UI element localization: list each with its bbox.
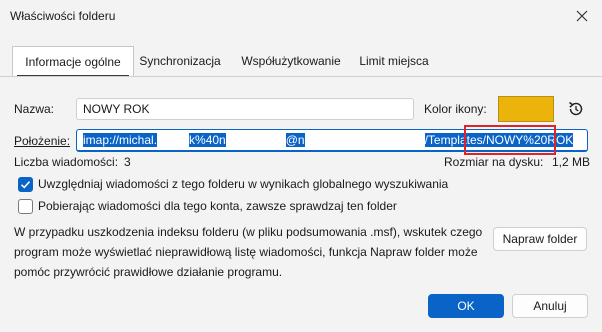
tab-sync-label: Synchronizacja xyxy=(139,54,221,68)
tab-panel-border xyxy=(0,76,602,77)
redaction-1 xyxy=(157,132,190,146)
icon-color-swatch[interactable] xyxy=(498,96,554,122)
icon-color-label: Kolor ikony: xyxy=(424,102,487,116)
close-button[interactable] xyxy=(568,4,596,28)
title-bar: Właściwości folderu xyxy=(0,0,602,32)
message-count-value: 3 xyxy=(124,155,131,169)
tab-quota[interactable]: Limit miejsca xyxy=(352,46,436,76)
tab-sync[interactable]: Synchronizacja xyxy=(134,46,226,76)
disk-size-label: Rozmiar na dysku: xyxy=(444,155,544,169)
cancel-button[interactable]: Anuluj xyxy=(512,294,588,318)
reset-icon xyxy=(569,101,583,116)
location-part-2: k%40n xyxy=(189,133,226,147)
tab-quota-label: Limit miejsca xyxy=(359,54,429,68)
checkmark-icon xyxy=(20,181,31,189)
repair-info-text: W przypadku uszkodzenia indeksu folderu … xyxy=(14,225,483,279)
tab-sharing[interactable]: Współużytkowanie xyxy=(232,46,350,76)
include-global-search-checkbox[interactable] xyxy=(18,177,33,192)
redaction-3 xyxy=(304,132,425,146)
include-global-search-label: Uwzględniaj wiadomości z tego folderu w … xyxy=(38,177,449,191)
disk-size-value: 1,2 MB xyxy=(552,155,591,169)
close-icon xyxy=(576,10,588,22)
ok-button[interactable]: OK xyxy=(428,294,504,318)
location-label-text: Położenie: xyxy=(14,134,71,148)
reset-color-button[interactable] xyxy=(566,99,586,119)
name-input[interactable]: NOWY ROK xyxy=(76,98,414,120)
highlight-box xyxy=(464,125,556,155)
name-label: Nazwa: xyxy=(14,102,55,116)
tab-sharing-label: Współużytkowanie xyxy=(241,54,341,68)
repair-folder-button[interactable]: Napraw folder xyxy=(493,227,587,251)
message-count-label: Liczba wiadomości: xyxy=(14,155,119,169)
always-check-label: Pobierając wiadomości dla tego konta, za… xyxy=(38,199,397,213)
window-title: Właściwości folderu xyxy=(10,9,116,23)
location-part-3: @n xyxy=(285,133,305,147)
always-check-checkbox[interactable] xyxy=(18,199,33,214)
redaction-2 xyxy=(225,132,286,146)
location-part-1: imap://michal. xyxy=(83,133,158,147)
tab-general[interactable]: Informacje ogólne xyxy=(12,46,134,77)
tab-general-label: Informacje ogólne xyxy=(25,55,121,69)
location-label: Położenie: xyxy=(14,134,70,148)
